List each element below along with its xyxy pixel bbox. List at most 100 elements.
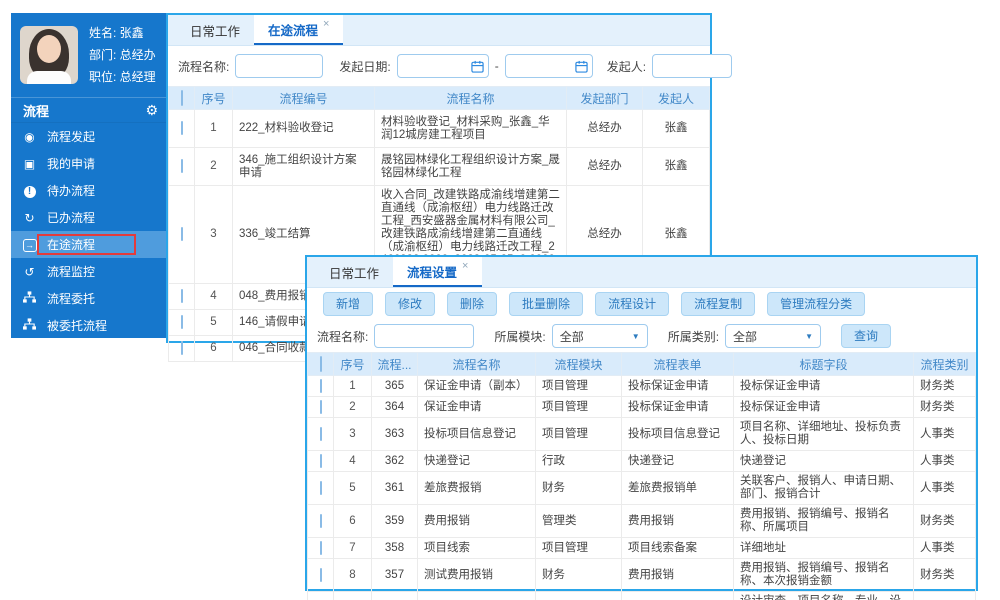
table-row[interactable]: 5361差旅费报销财务差旅费报销单关联客户、报销人、申请日期、部门、报销合计人事… (308, 472, 976, 505)
row-checkbox[interactable] (320, 514, 322, 528)
row-checkbox[interactable] (181, 315, 183, 329)
cell-category: 人事类 (914, 472, 976, 505)
panel2-toolbar: 新增修改删除批量删除流程设计流程复制管理流程分类 (307, 288, 976, 320)
cell-name: 保证金申请 (418, 397, 536, 418)
cell-name: 晟铭园林绿化工程组织设计方案_晟铭园林绿化工程 (375, 148, 567, 186)
sidebar-item-label: 流程委托 (47, 290, 95, 307)
date-range-separator: - (495, 59, 499, 73)
panel2-tabbar: 日常工作流程设置× (307, 257, 976, 288)
tab-0[interactable]: 日常工作 (176, 15, 254, 45)
toolbar-button-0[interactable]: 新增 (323, 292, 373, 316)
row-checkbox[interactable] (181, 159, 183, 173)
tab-label: 在途流程 (268, 20, 318, 39)
cell-code: 356 (372, 592, 418, 600)
sidebar-item-6[interactable]: 流程委托 (11, 285, 168, 312)
cell-module: 行政 (536, 451, 622, 472)
table-row[interactable]: 9356设计审查项目管理设计审查设计审查、项目名称、专业、设计人、制单日期人事类 (308, 592, 976, 600)
row-checkbox[interactable] (320, 568, 322, 582)
id-card-icon: ▣ (22, 157, 37, 171)
table-row[interactable]: 2346_施工组织设计方案申请晟铭园林绿化工程组织设计方案_晟铭园林绿化工程总经… (169, 148, 710, 186)
cell-code: 222_材料验收登记 (233, 110, 375, 148)
table-row[interactable]: 3363投标项目信息登记项目管理投标项目信息登记项目名称、详细地址、投标负责人、… (308, 418, 976, 451)
column-header: 标题字段 (734, 353, 914, 376)
monitor-refresh-icon: ↺ (22, 265, 37, 279)
toolbar-button-5[interactable]: 流程复制 (681, 292, 755, 316)
sidebar-item-2[interactable]: !待办流程 (11, 177, 168, 204)
table-row[interactable]: 8357测试费用报销财务费用报销费用报销、报销编号、报销名称、本次报销金额财务类 (308, 559, 976, 592)
table-row[interactable]: 6359费用报销管理类费用报销费用报销、报销编号、报销名称、所属项目财务类 (308, 505, 976, 538)
profile-department: 部门: 总经办 (89, 44, 156, 66)
sidebar-item-label: 我的申请 (47, 155, 95, 172)
table-row[interactable]: 1222_材料验收登记材料验收登记_材料采购_张鑫_华润12城房建工程项目总经办… (169, 110, 710, 148)
table-row[interactable]: 2364保证金申请项目管理投标保证金申请投标保证金申请财务类 (308, 397, 976, 418)
row-checkbox[interactable] (320, 541, 322, 555)
calendar-icon[interactable] (471, 60, 484, 73)
cell-code: 364 (372, 397, 418, 418)
cell-title_field: 费用报销、报销编号、报销名称、所属项目 (734, 505, 914, 538)
row-checkbox[interactable] (320, 427, 322, 441)
cell-category: 人事类 (914, 418, 976, 451)
flow-name-label: 流程名称: (317, 328, 368, 345)
cell-no: 4 (195, 284, 233, 310)
tab-1[interactable]: 在途流程 × (254, 15, 343, 45)
tab-1[interactable]: 流程设置× (393, 257, 482, 287)
query-button[interactable]: 查询 (841, 324, 891, 348)
tab-label: 日常工作 (329, 263, 379, 282)
table-row[interactable]: 7358项目线索项目管理项目线索备案详细地址人事类 (308, 538, 976, 559)
select-all-header (169, 87, 195, 110)
panel1-tabbar: 日常工作 在途流程 × (168, 15, 710, 46)
category-select[interactable]: 全部 ▼ (725, 324, 821, 348)
cell-code: 362 (372, 451, 418, 472)
table-row[interactable]: 1365保证金申请（副本）项目管理投标保证金申请投标保证金申请财务类 (308, 376, 976, 397)
cell-name: 保证金申请（副本） (418, 376, 536, 397)
sidebar: 姓名: 张鑫 部门: 总经办 职位: 总经理 流程 ⚙ ◉流程发起▣我的申请!待… (11, 13, 168, 338)
sidebar-item-3[interactable]: ↻已办流程 (11, 204, 168, 231)
row-checkbox[interactable] (181, 227, 183, 241)
row-checkbox[interactable] (181, 121, 183, 135)
module-select[interactable]: 全部 ▼ (552, 324, 648, 348)
alert-icon: ! (22, 183, 37, 198)
toolbar-button-1[interactable]: 修改 (385, 292, 435, 316)
sidebar-item-7[interactable]: 被委托流程 (11, 312, 168, 339)
tab-label: 日常工作 (190, 21, 240, 40)
sidebar-item-0[interactable]: ◉流程发起 (11, 123, 168, 150)
calendar-icon[interactable] (575, 60, 588, 73)
sidebar-item-4[interactable]: →在途流程 (11, 231, 168, 258)
initiator-input[interactable] (652, 54, 732, 78)
cell-form: 费用报销 (622, 505, 734, 538)
sidebar-item-label: 流程监控 (47, 263, 95, 280)
select-all-checkbox[interactable] (320, 356, 322, 372)
tab-0[interactable]: 日常工作 (315, 257, 393, 287)
flow-name-input[interactable] (235, 54, 323, 78)
history-icon: ↻ (22, 211, 37, 225)
row-checkbox[interactable] (320, 400, 322, 414)
row-checkbox[interactable] (181, 341, 183, 355)
select-all-checkbox[interactable] (181, 90, 183, 106)
module-select-value: 全部 (560, 328, 584, 345)
row-checkbox[interactable] (320, 454, 322, 468)
start-date-label: 发起日期: (339, 58, 390, 75)
cell-module: 财务 (536, 559, 622, 592)
close-icon[interactable]: × (462, 260, 468, 272)
gear-icon[interactable]: ⚙ (145, 102, 158, 119)
row-checkbox[interactable] (320, 481, 322, 495)
close-icon[interactable]: × (323, 18, 329, 30)
toolbar-button-3[interactable]: 批量删除 (509, 292, 583, 316)
cell-no: 6 (195, 336, 233, 362)
toolbar-button-6[interactable]: 管理流程分类 (767, 292, 865, 316)
toolbar-button-4[interactable]: 流程设计 (595, 292, 669, 316)
cell-no: 9 (334, 592, 372, 600)
row-checkbox[interactable] (181, 289, 183, 303)
cell-no: 1 (195, 110, 233, 148)
sidebar-section-title: 流程 (23, 101, 49, 120)
cell-title_field: 投标保证金申请 (734, 397, 914, 418)
row-checkbox[interactable] (320, 379, 322, 393)
flow-name-input[interactable] (374, 324, 474, 348)
panel2-search-row: 流程名称: 所属模块: 全部 ▼ 所属类别: 全部 ▼ 查询 (307, 320, 976, 352)
column-header: 序号 (195, 87, 233, 110)
table-row[interactable]: 4362快递登记行政快递登记快递登记人事类 (308, 451, 976, 472)
toolbar-button-2[interactable]: 删除 (447, 292, 497, 316)
sidebar-item-5[interactable]: ↺ 流程监控 (11, 258, 168, 285)
sidebar-item-label: 流程发起 (47, 128, 95, 145)
sidebar-item-1[interactable]: ▣ 我的申请 (11, 150, 168, 177)
